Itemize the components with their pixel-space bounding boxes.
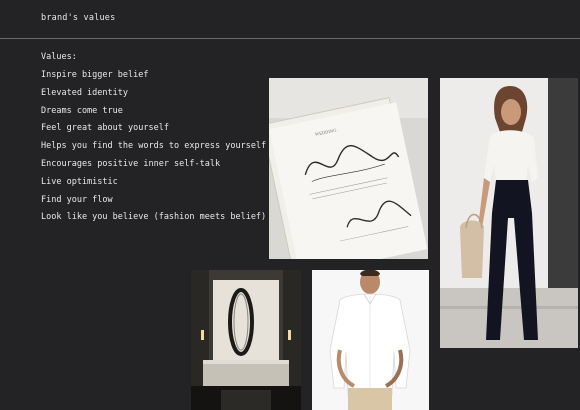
value-item: Find your flow: [41, 194, 113, 205]
value-item: Feel great about yourself: [41, 123, 169, 134]
interior-lobby-photo: [191, 270, 301, 410]
value-item: Dreams come true: [41, 105, 123, 116]
values-heading: Values:: [41, 52, 77, 62]
value-item: Helps you find the words to express your…: [41, 141, 267, 152]
values-list: Inspire bigger belief Elevated identity …: [41, 71, 266, 231]
woman-in-white-blouse-photo: [440, 78, 578, 348]
calligraphy-invitation-photo: WEDDING: [269, 78, 428, 259]
value-item: Inspire bigger belief: [41, 70, 149, 80]
page-title: brand's values: [41, 13, 116, 23]
value-item: Encourages positive inner self-talk: [41, 158, 221, 169]
value-item: Look like you believe (fashion meets bel…: [41, 212, 267, 223]
header-bar: brand's values: [0, 0, 580, 39]
value-item: Elevated identity: [41, 87, 128, 98]
value-item: Live optimistic: [41, 176, 118, 187]
values-section: Values: Inspire bigger belief Elevated i…: [41, 52, 266, 231]
man-in-white-shirt-photo: [312, 270, 429, 410]
